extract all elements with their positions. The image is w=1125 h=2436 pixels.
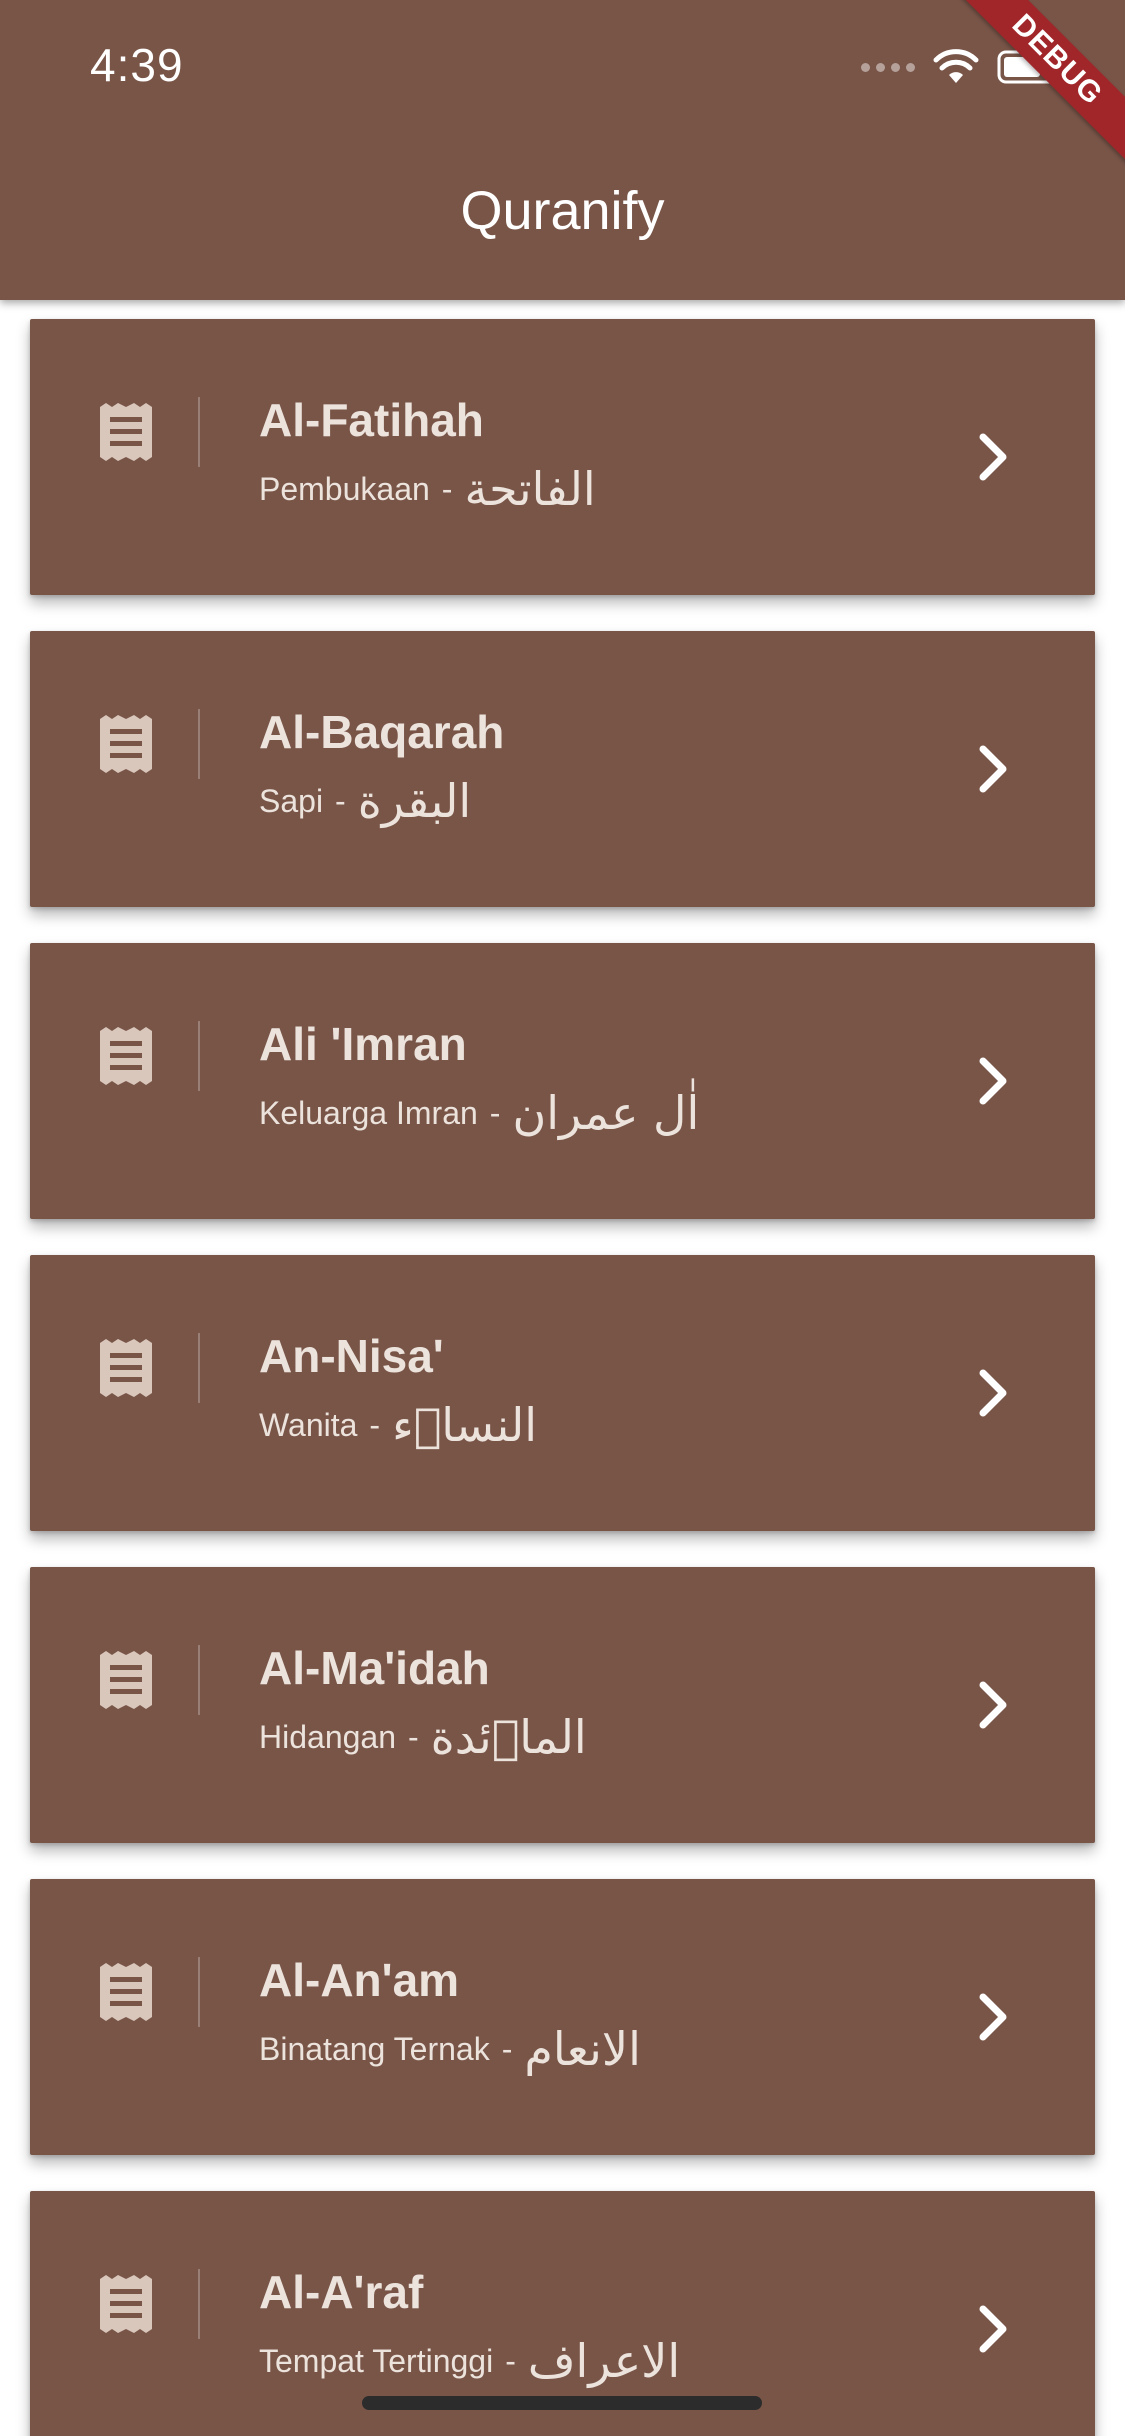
surah-subtitle: Hidangan - الماۤئدة xyxy=(259,1707,587,1767)
surah-name: Al-Ma'idah xyxy=(259,1642,490,1694)
surah-card[interactable]: Al-Fatihah Pembukaan - الفاتحة xyxy=(30,319,1095,595)
card-divider xyxy=(198,1645,200,1715)
surah-card[interactable]: An-Nisa' Wanita - النساۤء xyxy=(30,1255,1095,1531)
receipt-icon xyxy=(98,1649,154,1711)
chevron-right-icon[interactable] xyxy=(971,1991,1015,2043)
subtitle-separator: - xyxy=(505,2342,516,2379)
chevron-right-icon[interactable] xyxy=(971,431,1015,483)
surah-subtitle: Wanita - النساۤء xyxy=(259,1395,537,1455)
card-divider xyxy=(198,1333,200,1403)
card-divider xyxy=(198,1021,200,1091)
card-divider xyxy=(198,2269,200,2339)
surah-meaning: Sapi xyxy=(259,782,324,819)
home-indicator[interactable] xyxy=(362,2396,762,2410)
receipt-icon xyxy=(98,401,154,463)
surah-subtitle: Binatang Ternak - الانعام xyxy=(259,2019,641,2079)
surah-card[interactable]: Al-Ma'idah Hidangan - الماۤئدة xyxy=(30,1567,1095,1843)
surah-name: Ali 'Imran xyxy=(259,1018,467,1070)
screen: 4:39 Quranify DEBUG Al-Fatihah Pembukaan… xyxy=(0,0,1125,2436)
surah-subtitle: Sapi - البقرة xyxy=(259,771,471,831)
debug-banner: DEBUG xyxy=(945,0,1125,180)
surah-meaning: Pembukaan xyxy=(259,470,430,507)
surah-name: Al-A'raf xyxy=(259,2266,424,2318)
receipt-icon xyxy=(98,1961,154,2023)
surah-subtitle: Keluarga Imran - اٰل عمران xyxy=(259,1083,699,1143)
debug-banner-label: DEBUG xyxy=(949,0,1125,168)
receipt-icon xyxy=(98,713,154,775)
status-time: 4:39 xyxy=(90,39,184,91)
surah-name: Al-An'am xyxy=(259,1954,460,2006)
chevron-right-icon[interactable] xyxy=(971,1055,1015,1107)
card-divider xyxy=(198,1957,200,2027)
surah-name: Al-Fatihah xyxy=(259,394,484,446)
surah-card[interactable]: Al-Baqarah Sapi - البقرة xyxy=(30,631,1095,907)
page-title: Quranify xyxy=(460,181,665,241)
surah-arabic-name: البقرة xyxy=(357,774,472,828)
subtitle-separator: - xyxy=(489,1094,501,1131)
surah-arabic-name: الفاتحة xyxy=(464,462,596,516)
surah-arabic-name: الاعراف xyxy=(527,2334,681,2388)
chevron-right-icon[interactable] xyxy=(971,1367,1015,1419)
chevron-right-icon[interactable] xyxy=(971,743,1015,795)
surah-arabic-name: الماۤئدة xyxy=(430,1710,587,1764)
surah-subtitle: Pembukaan - الفاتحة xyxy=(259,459,596,519)
subtitle-separator: - xyxy=(369,1406,381,1443)
subtitle-separator: - xyxy=(441,470,453,507)
surah-card[interactable]: Al-An'am Binatang Ternak - الانعام xyxy=(30,1879,1095,2155)
receipt-icon xyxy=(98,2273,154,2335)
subtitle-separator: - xyxy=(501,2030,513,2067)
subtitle-separator: - xyxy=(335,782,346,819)
surah-arabic-name: النساۤء xyxy=(392,1398,538,1452)
surah-arabic-name: اٰل عمران xyxy=(512,1086,700,1140)
surah-subtitle: Tempat Tertinggi - الاعراف xyxy=(259,2331,680,2391)
surah-arabic-name: الانعام xyxy=(524,2022,641,2076)
chevron-right-icon[interactable] xyxy=(971,1679,1015,1731)
signal-icon xyxy=(861,62,915,72)
surah-meaning: Keluarga Imran xyxy=(259,1094,478,1131)
surah-meaning: Hidangan xyxy=(259,1718,396,1755)
receipt-icon xyxy=(98,1337,154,1399)
surah-card[interactable]: Ali 'Imran Keluarga Imran - اٰل عمران xyxy=(30,943,1095,1219)
surah-name: An-Nisa' xyxy=(259,1330,444,1382)
surah-name: Al-Baqarah xyxy=(259,706,505,758)
surah-meaning: Binatang Ternak xyxy=(259,2030,490,2067)
card-divider xyxy=(198,709,200,779)
chevron-right-icon[interactable] xyxy=(971,2303,1015,2355)
subtitle-separator: - xyxy=(408,1718,419,1755)
surah-meaning: Wanita xyxy=(259,1406,358,1443)
surah-meaning: Tempat Tertinggi xyxy=(259,2342,494,2379)
receipt-icon xyxy=(98,1025,154,1087)
card-divider xyxy=(198,397,200,467)
